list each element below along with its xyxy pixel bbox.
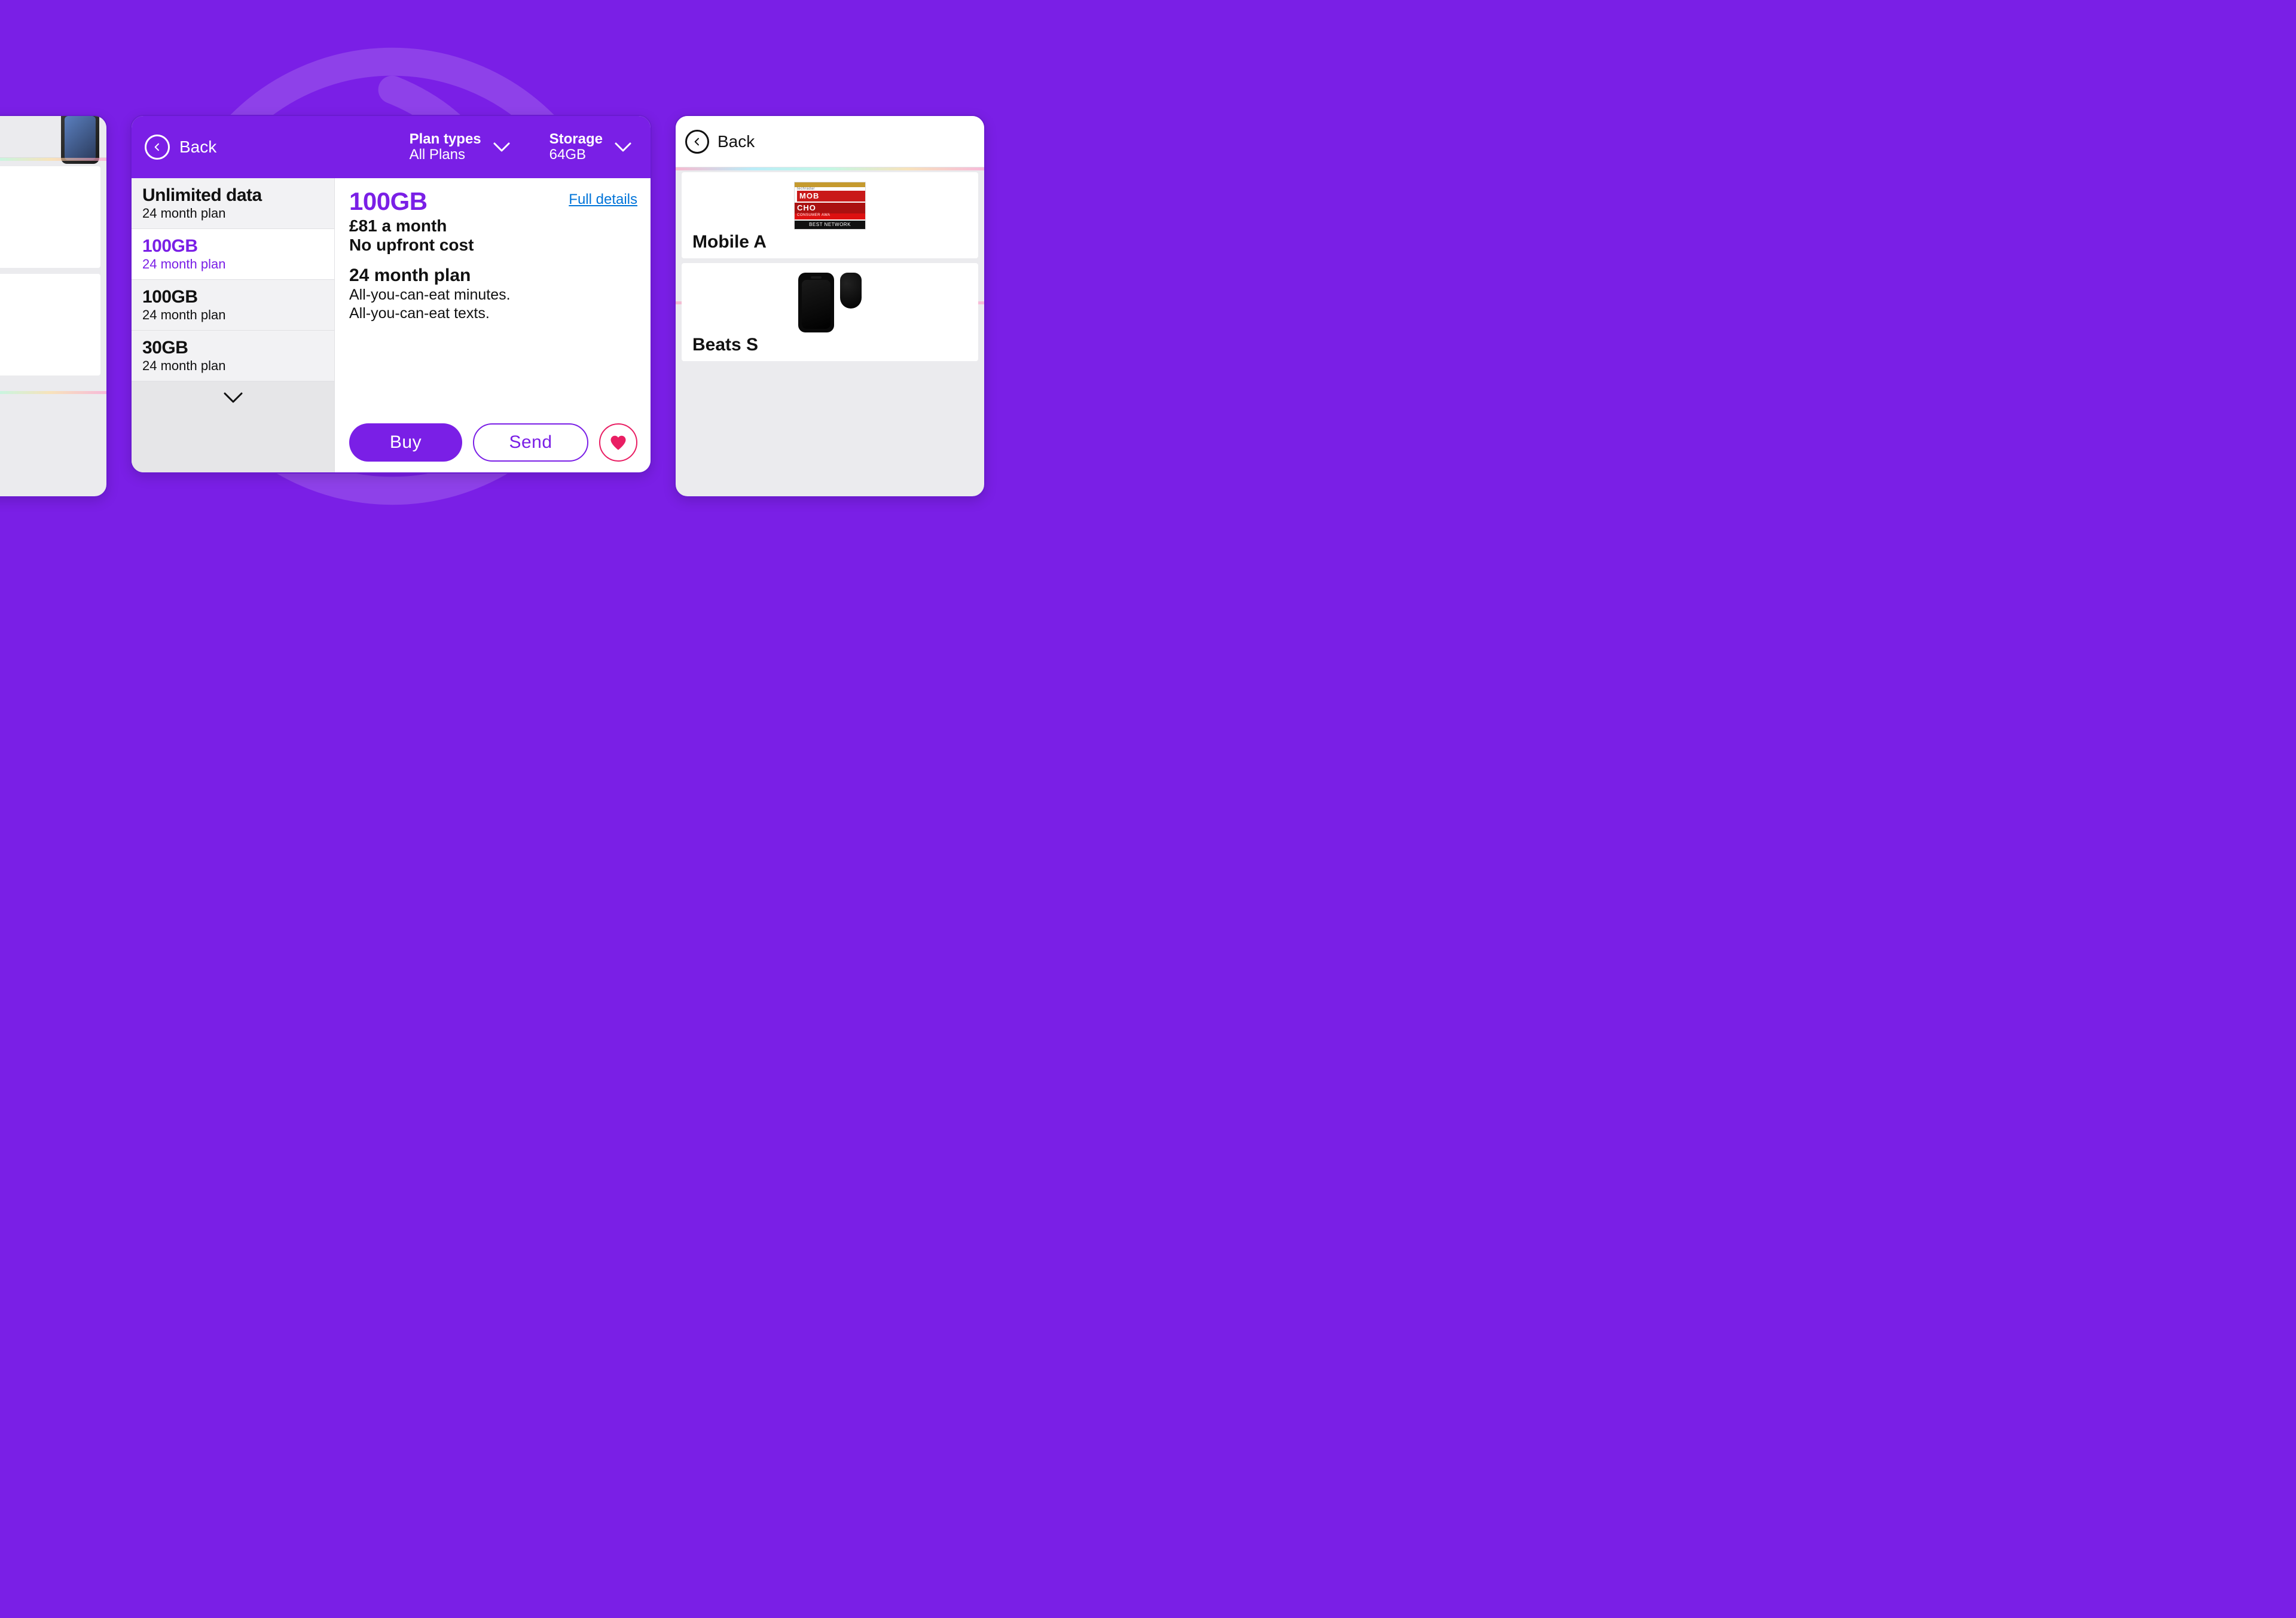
plan-list: Unlimited data 24 month plan 100GB 24 mo… bbox=[132, 178, 335, 472]
detail-feature: All-you-can-eat minutes. bbox=[349, 286, 637, 304]
chevron-down-icon bbox=[490, 141, 514, 153]
storage-dropdown[interactable]: Storage 64GB bbox=[547, 128, 637, 167]
plan-item-subtitle: 24 month plan bbox=[142, 307, 323, 323]
plan-item[interactable]: Unlimited data 24 month plan bbox=[132, 178, 334, 229]
show-more-plans[interactable] bbox=[132, 381, 334, 472]
chevron-left-icon bbox=[692, 137, 702, 146]
next-tile-2-label-fragment: Beats S bbox=[692, 335, 967, 355]
next-tile-1-label-fragment: Mobile A bbox=[692, 232, 967, 252]
previous-card: (R s tion bbox=[0, 115, 108, 497]
divider bbox=[676, 167, 984, 170]
back-button[interactable] bbox=[145, 135, 170, 160]
plan-types-dropdown[interactable]: Plan types All Plans bbox=[407, 128, 516, 167]
favorite-button[interactable] bbox=[599, 423, 637, 462]
plan-detail: 100GB Full details £81 a month No upfron… bbox=[335, 178, 651, 472]
plan-item[interactable]: 100GB 24 month plan bbox=[132, 229, 334, 280]
phone-thumbnail bbox=[798, 273, 834, 332]
chevron-down-icon bbox=[222, 391, 244, 404]
plan-item[interactable]: 100GB 24 month plan bbox=[132, 280, 334, 331]
detail-price: £81 a month bbox=[349, 216, 637, 236]
divider bbox=[0, 158, 106, 161]
back-button[interactable] bbox=[685, 130, 709, 154]
plan-item-title: 100GB bbox=[142, 237, 323, 255]
prev-tile-2-label-fragment: tion bbox=[0, 310, 90, 339]
detail-upfront: No upfront cost bbox=[349, 236, 637, 255]
dropdown-label: Plan types bbox=[410, 132, 481, 147]
dropdown-value: All Plans bbox=[410, 147, 481, 163]
back-label: Back bbox=[179, 138, 216, 157]
send-button[interactable]: Send bbox=[473, 423, 588, 462]
detail-plan-length: 24 month plan bbox=[349, 265, 637, 286]
topbar: Back Plan types All Plans Storage 64GB bbox=[132, 116, 651, 178]
chevron-left-icon bbox=[152, 142, 162, 152]
chevron-down-icon bbox=[611, 141, 635, 153]
heart-icon bbox=[609, 434, 627, 451]
full-details-link[interactable]: Full details bbox=[569, 191, 637, 208]
buy-button[interactable]: Buy bbox=[349, 423, 462, 462]
plan-item-title: Unlimited data bbox=[142, 187, 323, 204]
phone-thumbnail bbox=[61, 115, 99, 164]
award-badge: techradar MOB CHO CONSUMER AWA BEST NETW… bbox=[794, 182, 866, 230]
detail-data-amount: 100GB bbox=[349, 189, 428, 214]
detail-feature: All-you-can-eat texts. bbox=[349, 304, 637, 323]
back-label: Back bbox=[718, 132, 755, 151]
prev-tile-1-label-fragment: s bbox=[0, 203, 90, 231]
plan-item-subtitle: 24 month plan bbox=[142, 257, 323, 272]
plan-item-subtitle: 24 month plan bbox=[142, 358, 323, 374]
dropdown-value: 64GB bbox=[549, 147, 603, 163]
plan-item-title: 100GB bbox=[142, 288, 323, 306]
divider bbox=[0, 391, 106, 394]
plan-item[interactable]: 30GB 24 month plan bbox=[132, 331, 334, 381]
plan-selector-card: Back Plan types All Plans Storage 64GB bbox=[130, 115, 652, 474]
next-card: Back techradar MOB CHO CONSUMER AWA BEST… bbox=[674, 115, 985, 497]
earbud-thumbnail bbox=[840, 273, 862, 309]
plan-item-subtitle: 24 month plan bbox=[142, 206, 323, 221]
next-tile-beats[interactable]: Beats S bbox=[682, 263, 978, 361]
next-tile-awards[interactable]: techradar MOB CHO CONSUMER AWA BEST NETW… bbox=[682, 172, 978, 258]
dropdown-label: Storage bbox=[549, 132, 603, 147]
plan-item-title: 30GB bbox=[142, 339, 323, 357]
